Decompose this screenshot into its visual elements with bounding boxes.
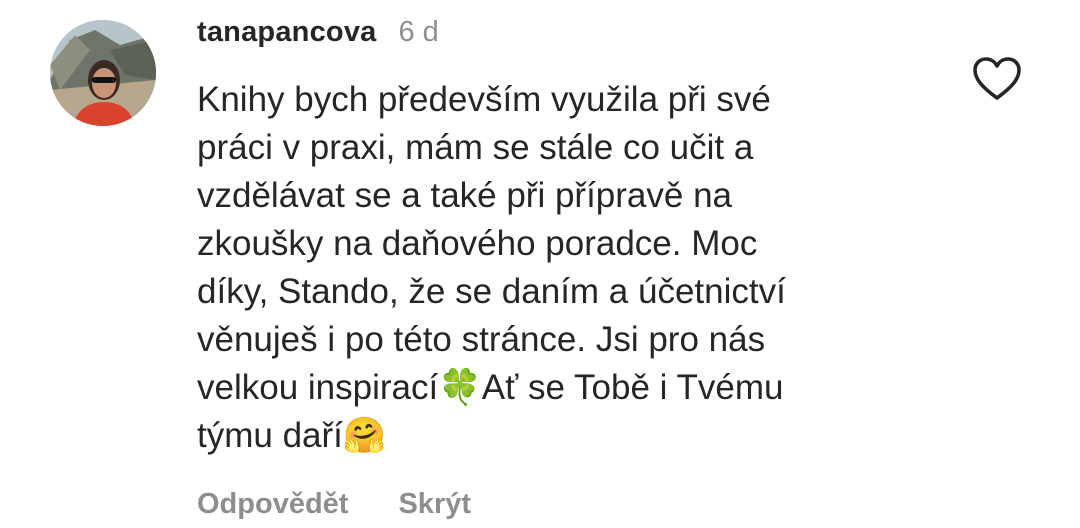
comment-text: Knihy bych především využila při své prá… bbox=[197, 80, 786, 455]
comment-header: tanapancova 6 d bbox=[197, 16, 439, 56]
avatar-photo bbox=[50, 20, 156, 126]
username[interactable]: tanapancova bbox=[197, 16, 377, 49]
reply-button[interactable]: Odpovědět bbox=[197, 488, 348, 521]
hide-button[interactable]: Skrýt bbox=[398, 488, 471, 521]
avatar[interactable] bbox=[50, 20, 156, 126]
comment: tanapancova 6 d Knihy bych především vyu… bbox=[0, 0, 1080, 528]
comment-actions: Odpovědět Skrýt bbox=[197, 488, 521, 521]
heart-outline-icon[interactable] bbox=[972, 56, 1022, 102]
timestamp: 6 d bbox=[398, 16, 439, 48]
